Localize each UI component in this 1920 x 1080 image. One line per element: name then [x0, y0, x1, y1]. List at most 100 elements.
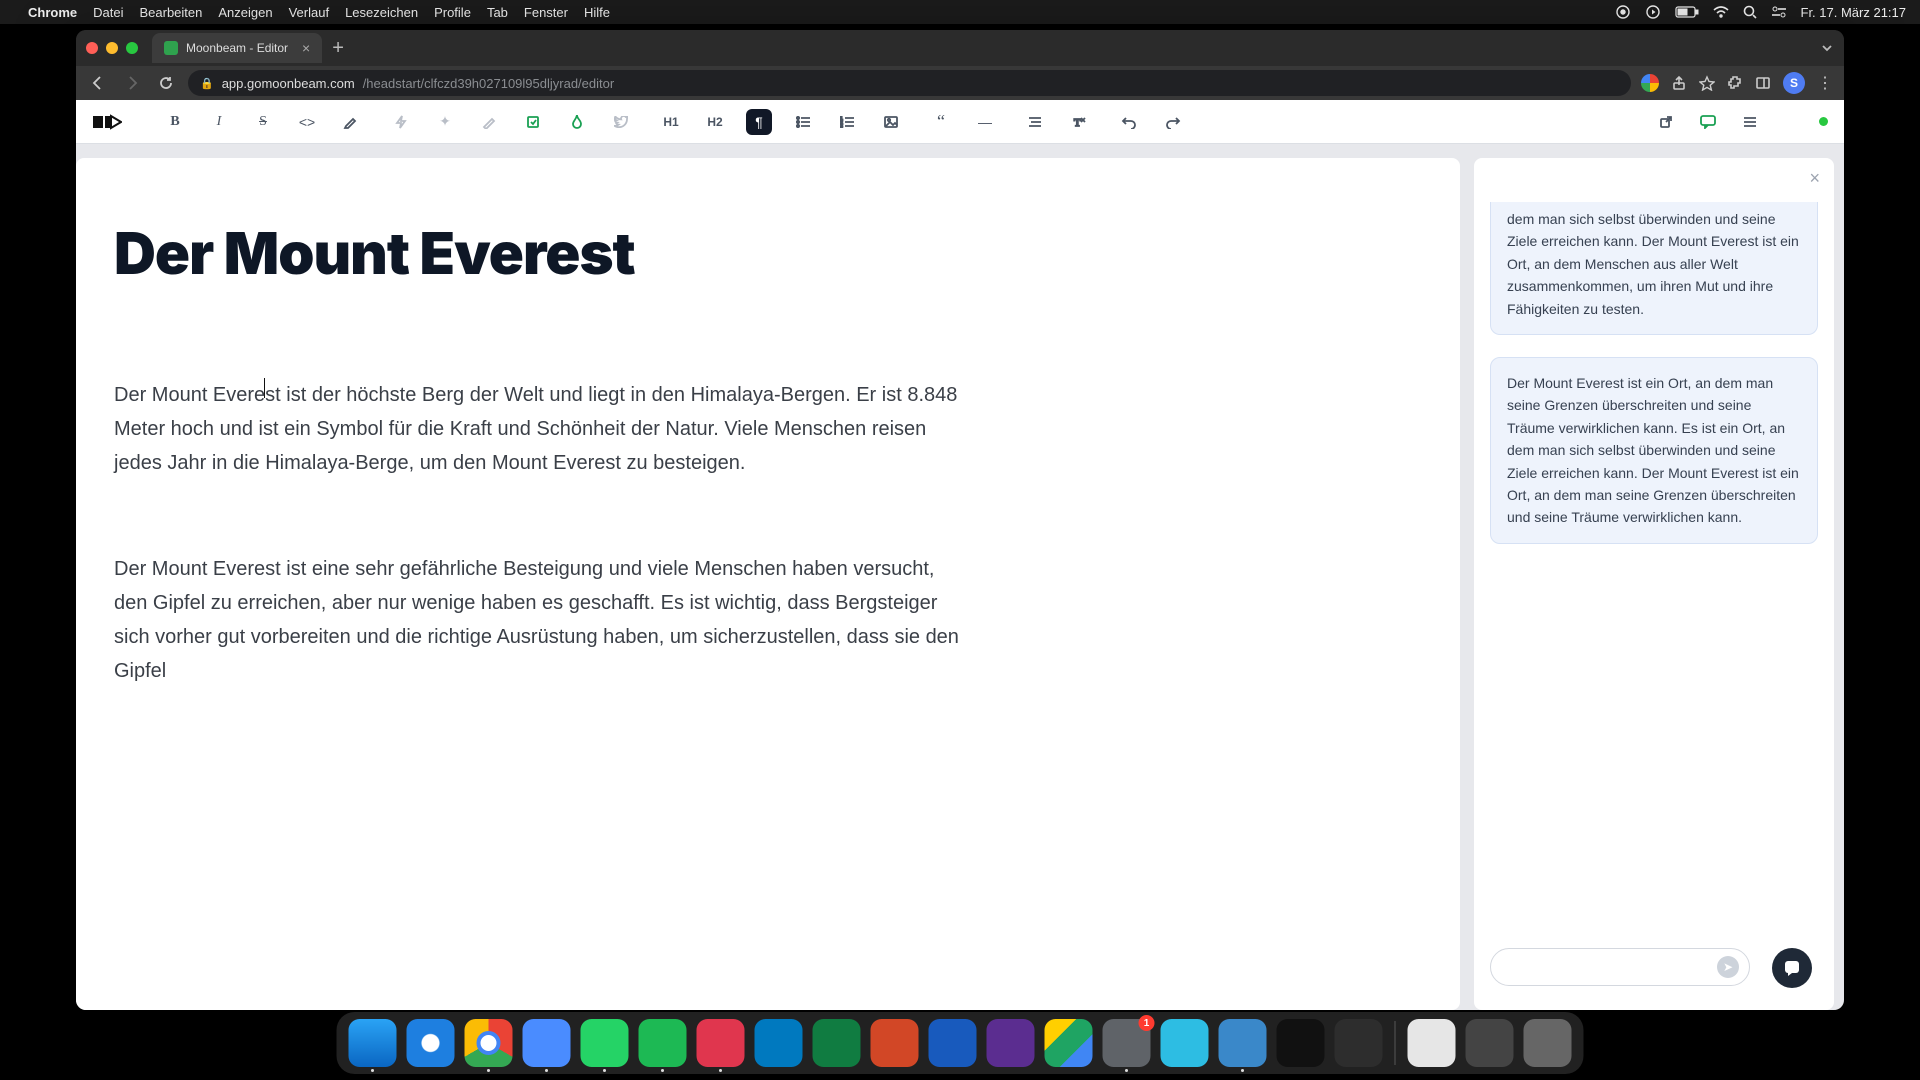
dock-excel-icon[interactable]	[813, 1019, 861, 1067]
paragraph-1[interactable]: Der Mount Everest ist der höchste Berg d…	[114, 378, 964, 480]
dock-finder-icon[interactable]	[349, 1019, 397, 1067]
clear-format-button[interactable]: T	[1066, 109, 1092, 135]
tab-close-icon[interactable]: ×	[302, 40, 310, 56]
share-icon[interactable]	[1671, 75, 1687, 91]
menu-profile[interactable]: Profile	[434, 5, 471, 20]
dock-zoom-icon[interactable]	[523, 1019, 571, 1067]
dock-chrome-icon[interactable]	[465, 1019, 513, 1067]
dock-folder-icon[interactable]	[1466, 1019, 1514, 1067]
menu-app-name[interactable]: Chrome	[28, 5, 77, 20]
menu-lesezeichen[interactable]: Lesezeichen	[345, 5, 418, 20]
paragraph-2[interactable]: Der Mount Everest ist eine sehr gefährli…	[114, 552, 964, 688]
menu-tab[interactable]: Tab	[487, 5, 508, 20]
ai-lightning-icon[interactable]	[388, 109, 414, 135]
menu-anzeigen[interactable]: Anzeigen	[218, 5, 272, 20]
status-playback-icon[interactable]	[1645, 4, 1661, 20]
ai-suggestion-card[interactable]: dem man sich selbst überwinden und seine…	[1490, 202, 1818, 335]
menubar-clock[interactable]: Fr. 17. März 21:17	[1801, 5, 1907, 20]
status-control-center-icon[interactable]	[1771, 6, 1787, 18]
image-button[interactable]	[878, 109, 904, 135]
ordered-list-button[interactable]: 123	[834, 109, 860, 135]
window-close-button[interactable]	[86, 42, 98, 54]
ai-twitter-icon[interactable]	[608, 109, 634, 135]
dock-voicememos-icon[interactable]	[1277, 1019, 1325, 1067]
align-button[interactable]	[1022, 109, 1048, 135]
window-maximize-button[interactable]	[126, 42, 138, 54]
code-button[interactable]: <>	[294, 109, 320, 135]
ai-pen-icon[interactable]	[476, 109, 502, 135]
open-external-icon[interactable]	[1653, 109, 1679, 135]
highlight-button[interactable]	[338, 109, 364, 135]
heading2-button[interactable]: H2	[702, 109, 728, 135]
ai-chat-field[interactable]	[1507, 959, 1717, 975]
menu-fenster[interactable]: Fenster	[524, 5, 568, 20]
dock-settings-icon[interactable]: 1	[1103, 1019, 1151, 1067]
ai-expand-icon[interactable]	[520, 109, 546, 135]
dock-imovie-icon[interactable]	[987, 1019, 1035, 1067]
divider-button[interactable]: —	[972, 109, 998, 135]
menu-verlauf[interactable]: Verlauf	[289, 5, 329, 20]
ai-flame-icon[interactable]	[564, 109, 590, 135]
ai-suggestion-card[interactable]: Der Mount Everest ist ein Ort, an dem ma…	[1490, 357, 1818, 544]
status-record-icon[interactable]	[1615, 4, 1631, 20]
undo-button[interactable]	[1116, 109, 1142, 135]
extensions-icon[interactable]	[1727, 75, 1743, 91]
ai-chat-input[interactable]: ➤	[1490, 948, 1750, 986]
chrome-menu-icon[interactable]: ⋮	[1817, 73, 1834, 93]
strikethrough-button[interactable]: S	[250, 109, 276, 135]
google-account-icon[interactable]	[1641, 74, 1659, 92]
browser-toolbar: 🔒 app.gomoonbeam.com/headstart/clfczd39h…	[76, 66, 1844, 100]
paragraph-button[interactable]: ¶	[746, 109, 772, 135]
dock-whatsapp-icon[interactable]	[581, 1019, 629, 1067]
side-panel-icon[interactable]	[1755, 75, 1771, 91]
dock-word-icon[interactable]	[929, 1019, 977, 1067]
outline-icon[interactable]	[1737, 109, 1763, 135]
document-editor[interactable]: Der Mount Everest Der Mount Everest ist …	[76, 158, 1460, 1010]
panel-close-icon[interactable]: ×	[1809, 168, 1820, 189]
dock-quicktime-icon[interactable]	[1219, 1019, 1267, 1067]
bullet-list-button[interactable]	[790, 109, 816, 135]
svg-text:3: 3	[840, 124, 843, 128]
dock-googledrive-icon[interactable]	[1045, 1019, 1093, 1067]
profile-avatar[interactable]: S	[1783, 72, 1805, 94]
dock-app-cyan-icon[interactable]	[1161, 1019, 1209, 1067]
document-title[interactable]: Der Mount Everest	[114, 218, 1390, 288]
address-bar[interactable]: 🔒 app.gomoonbeam.com/headstart/clfczd39h…	[188, 70, 1631, 96]
dock-spotify-icon[interactable]	[639, 1019, 687, 1067]
window-minimize-button[interactable]	[106, 42, 118, 54]
heading1-button[interactable]: H1	[658, 109, 684, 135]
ai-sparkle-icon[interactable]: ✦	[432, 109, 458, 135]
dock-app-dark-icon[interactable]	[1335, 1019, 1383, 1067]
dock-todoist-icon[interactable]	[697, 1019, 745, 1067]
new-tab-button[interactable]: +	[332, 38, 344, 58]
bold-button[interactable]: B	[162, 109, 188, 135]
nav-reload-button[interactable]	[154, 71, 178, 95]
intercom-launcher-icon[interactable]	[1772, 948, 1812, 988]
moonbeam-logo-icon[interactable]	[92, 112, 122, 132]
dock-safari-icon[interactable]	[407, 1019, 455, 1067]
menu-hilfe[interactable]: Hilfe	[584, 5, 610, 20]
window-controls	[86, 42, 138, 54]
tab-favicon-icon	[164, 41, 178, 55]
nav-back-button[interactable]	[86, 71, 110, 95]
menu-datei[interactable]: Datei	[93, 5, 123, 20]
dock-powerpoint-icon[interactable]	[871, 1019, 919, 1067]
bookmark-star-icon[interactable]	[1699, 75, 1715, 91]
url-path: /headstart/clfczd39h027109l95dljyrad/edi…	[363, 76, 615, 91]
redo-button[interactable]	[1160, 109, 1186, 135]
dock-divider	[1395, 1021, 1396, 1065]
status-search-icon[interactable]	[1743, 5, 1757, 19]
quote-button[interactable]: “	[928, 109, 954, 135]
menu-bearbeiten[interactable]: Bearbeiten	[139, 5, 202, 20]
nav-forward-button[interactable]	[120, 71, 144, 95]
dock-preview-icon[interactable]	[1408, 1019, 1456, 1067]
italic-button[interactable]: I	[206, 109, 232, 135]
send-icon[interactable]: ➤	[1717, 956, 1739, 978]
tab-overflow-icon[interactable]	[1820, 41, 1834, 55]
dock-trash-icon[interactable]	[1524, 1019, 1572, 1067]
ai-chat-icon[interactable]	[1695, 109, 1721, 135]
status-battery-icon[interactable]	[1675, 6, 1699, 18]
browser-tab[interactable]: Moonbeam - Editor ×	[152, 33, 322, 63]
status-wifi-icon[interactable]	[1713, 6, 1729, 18]
dock-trello-icon[interactable]	[755, 1019, 803, 1067]
